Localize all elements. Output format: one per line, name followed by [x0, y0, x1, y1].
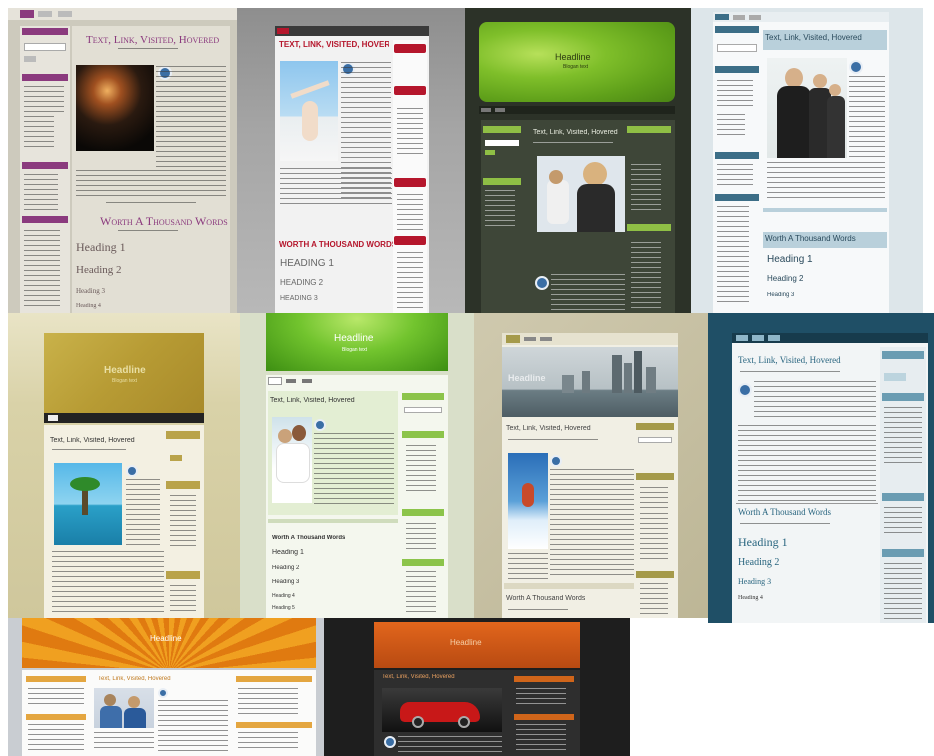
theme-thumbnail-5[interactable]: Headline Blogan text Text, Link, Visited…	[8, 313, 240, 618]
theme-thumbnail-7[interactable]: Headline Text, Link, Visited, Hovered Wo…	[474, 313, 708, 618]
headline: Headline	[334, 333, 374, 344]
heading-1: Heading 1	[767, 254, 813, 265]
theme-thumbnail-4[interactable]: Text, Link, Visited, Hovered Worth A Tho…	[691, 8, 923, 313]
header-banner	[22, 618, 316, 668]
wordpress-logo-icon	[849, 60, 863, 74]
headline: Headline	[104, 365, 146, 376]
heading-5: Heading 5	[272, 605, 295, 611]
wordpress-logo-icon	[314, 419, 326, 431]
theme-thumbnail-10[interactable]: Headline Text, Link, Visited, Hovered	[324, 618, 630, 756]
second-post-title[interactable]: Worth A Thousand Words	[765, 234, 856, 243]
students-laptop-photo	[94, 688, 154, 728]
theme-thumbnail-9[interactable]: Headline Text, Link, Visited, Hovered	[8, 618, 324, 756]
second-post-title[interactable]: Worth A Thousand Words	[100, 214, 228, 229]
woman-beach-photo	[280, 61, 338, 161]
tagline: Blogan text	[112, 378, 138, 384]
tagline: Blogan text	[563, 64, 589, 70]
heading-4: Heading 4	[738, 595, 763, 601]
heading-2: Heading 2	[280, 278, 324, 287]
wordpress-logo-icon	[158, 688, 168, 698]
heading-2: Heading 2	[738, 557, 780, 568]
heading-1: Heading 1	[738, 535, 788, 549]
sports-car-photo	[382, 688, 502, 732]
theme-thumbnail-6[interactable]: Headline Blogan text Text, Link, Visited…	[240, 313, 474, 618]
post-title[interactable]: Text, Link, Visited, Hovered	[279, 40, 389, 49]
post-title[interactable]: Text, Link, Visited, Hovered	[506, 425, 591, 432]
heading-4: Heading 4	[272, 593, 295, 599]
wordpress-logo-icon	[550, 455, 562, 467]
heading-3: Heading 3	[767, 292, 795, 298]
couple-photo	[272, 417, 312, 503]
heading-2: Heading 2	[272, 565, 300, 571]
wordpress-logo-icon	[126, 465, 138, 477]
post-title[interactable]: Text, Link, Visited, Hovered	[86, 34, 219, 46]
heading-1: Heading 1	[280, 258, 334, 269]
second-post-title[interactable]: Worth A Thousand Words	[272, 535, 345, 541]
guitar-photo	[76, 65, 154, 151]
heading-3: Heading 3	[280, 295, 318, 302]
heading-3: Heading 3	[272, 579, 300, 585]
second-post-title[interactable]: Worth A Thousand Words	[738, 507, 831, 517]
post-title[interactable]: Text, Link, Visited, Hovered	[98, 676, 171, 682]
heading-1: Heading 1	[272, 549, 304, 556]
post-title[interactable]: Text, Link, Visited, Hovered	[382, 674, 455, 680]
heading-2: Heading 2	[76, 264, 122, 276]
heading-1: Heading 1	[76, 240, 126, 254]
heading-3: Heading 3	[76, 287, 105, 295]
theme-thumbnail-8[interactable]: Text, Link, Visited, Hovered Worth A Tho…	[708, 313, 934, 623]
theme-thumbnail-3[interactable]: Headline Blogan text Text, Link, Visited…	[465, 8, 691, 313]
business-people-photo	[767, 58, 847, 158]
second-post-title[interactable]: Worth A Thousand Words	[506, 595, 585, 602]
heading-4: Heading 4	[76, 303, 101, 309]
post-title[interactable]: Text, Link, Visited, Hovered	[50, 437, 135, 444]
tagline: Blogan text	[342, 347, 368, 353]
headline: Headline	[450, 638, 482, 647]
post-title[interactable]: Text, Link, Visited, Hovered	[765, 33, 862, 42]
heading-3: Heading 3	[738, 577, 772, 586]
wordpress-logo-icon	[535, 276, 549, 290]
headline: Headline	[150, 634, 182, 643]
headline: Headline	[555, 52, 591, 62]
post-title[interactable]: Text, Link, Visited, Hovered	[270, 397, 355, 404]
wordpress-logo-icon	[384, 736, 396, 748]
heading-2: Heading 2	[767, 274, 804, 283]
business-team-photo	[537, 156, 625, 232]
wordpress-logo-icon	[738, 383, 752, 397]
post-title[interactable]: Text, Link, Visited, Hovered	[533, 129, 618, 136]
theme-thumbnail-1[interactable]: Text, Link, Visited, Hovered Worth A Tho…	[8, 8, 237, 313]
surfer-photo	[508, 453, 548, 549]
theme-screenshot-collage: Text, Link, Visited, Hovered Worth A Tho…	[0, 0, 934, 756]
theme-thumbnail-2[interactable]: Text, Link, Visited, Hovered Worth A Tho…	[237, 8, 465, 313]
post-title[interactable]: Text, Link, Visited, Hovered	[738, 355, 841, 365]
tropical-island-photo	[54, 463, 122, 545]
second-post-title[interactable]: Worth A Thousand Words	[279, 240, 397, 249]
headline: Headline	[508, 373, 546, 383]
header-banner	[479, 22, 675, 102]
